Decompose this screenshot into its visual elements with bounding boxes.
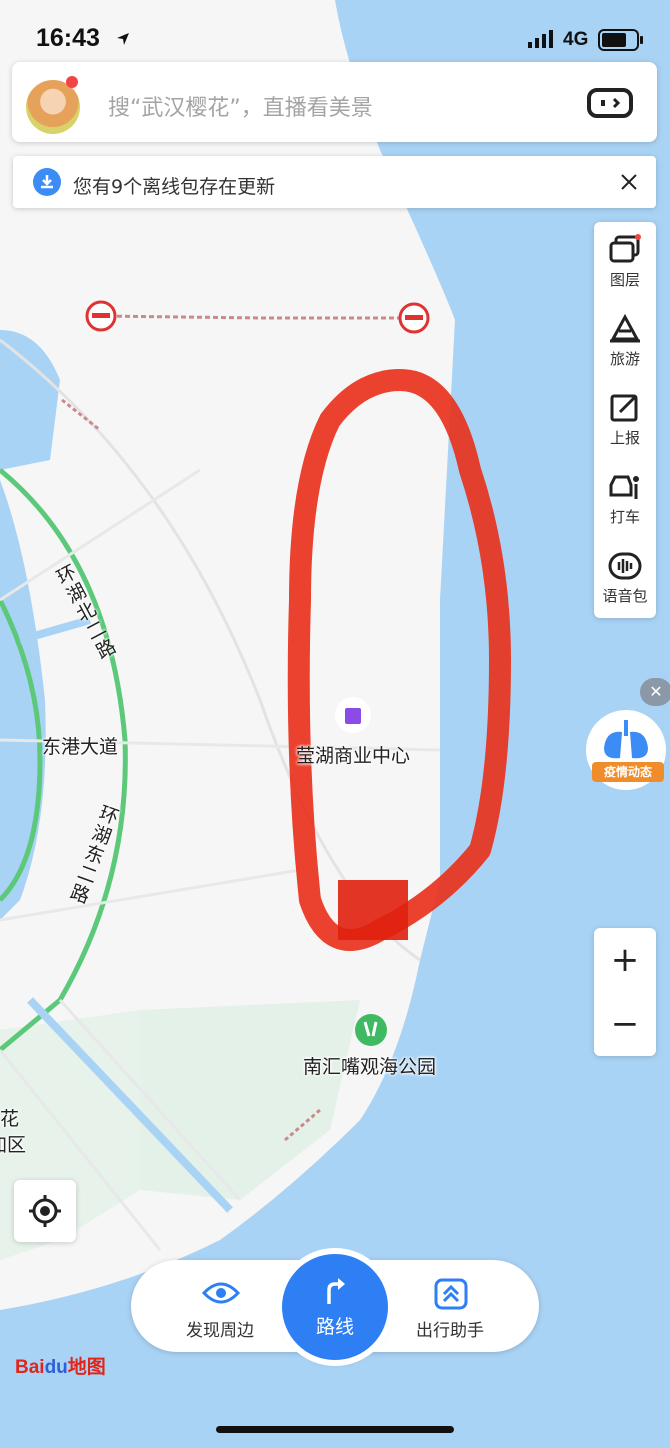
travel-icon [610,313,640,343]
logo-map: 地图 [67,1357,106,1378]
baidu-map-logo: Baidu地图 [15,1352,106,1379]
road-label-avenue: 东港大道 [42,736,119,758]
tool-label: 语音包 [602,587,648,605]
eye-icon [202,1282,240,1304]
signal-icon [528,30,553,48]
search-bar[interactable]: 搜“武汉樱花”，直播看美景 [12,62,657,142]
layers-icon [609,234,641,263]
locate-button[interactable] [14,1180,76,1242]
tool-report[interactable]: 上报 [594,380,656,459]
status-time: 16:43 [36,24,100,52]
close-icon[interactable] [621,174,637,190]
map-canvas[interactable] [0,0,670,1448]
discover-label: 发现周边 [186,1321,254,1341]
park-poi-icon[interactable] [355,1014,387,1046]
assistant-label: 出行助手 [416,1321,484,1341]
zoom-control: + − [594,928,656,1056]
route-arrow-icon [327,1278,345,1304]
epidemic-close-button[interactable]: ✕ [640,678,670,706]
home-indicator[interactable] [216,1426,454,1433]
notice-text: 您有9个离线包存在更新 [73,176,276,198]
zoom-out-button[interactable]: − [594,992,656,1056]
zoom-in-button[interactable]: + [594,928,656,992]
locate-icon [29,1195,61,1227]
route-label: 路线 [315,1316,354,1338]
tool-label: 打车 [609,508,640,526]
tool-taxi[interactable]: 打车 [594,459,656,538]
poi-label-park[interactable]: 南汇嘴观海公园 [303,1052,436,1079]
annotation-block [338,880,408,940]
tool-voice-pack[interactable]: 语音包 [594,538,656,617]
road-closed-icon [85,300,117,332]
area-label-edge: 加区 [0,1134,27,1156]
user-avatar[interactable] [26,80,80,134]
download-icon [33,168,61,196]
lungs-icon [604,720,648,759]
road-closed-icon [398,302,430,334]
area-label-edge: 花 [0,1108,20,1130]
offline-package-notice[interactable]: 您有9个离线包存在更新 [13,156,656,208]
taxi-icon [609,475,639,499]
search-placeholder[interactable]: 搜“武汉樱花”，直播看美景 [108,90,373,122]
network-type: 4G [563,29,589,50]
tool-label: 上报 [609,429,640,447]
report-icon [610,394,638,422]
shopping-poi-icon[interactable] [335,697,371,733]
tool-layers[interactable]: 图层 [594,222,656,301]
tool-travel[interactable]: 旅游 [594,301,656,380]
assistant-icon [434,1278,468,1310]
tool-label: 图层 [609,271,640,289]
route-button[interactable]: 路线 [282,1254,388,1360]
travel-assistant-button[interactable]: 出行助手 [385,1260,515,1352]
poi-label-commercial[interactable]: 莹湖商业中心 [296,741,410,768]
avatar-notification-dot [66,76,78,88]
voice-pack-icon [608,552,642,580]
logo-bai: Bai [15,1357,45,1378]
discover-nearby-button[interactable]: 发现周边 [155,1260,285,1352]
tool-label: 旅游 [609,350,640,368]
battery-icon [598,29,643,51]
map-toolbar: 图层 旅游 上报 打车 语音包 [594,222,656,618]
logo-du: du [44,1357,68,1378]
scan-icon[interactable] [587,88,633,118]
location-arrow-icon [117,33,129,45]
epidemic-tag[interactable]: 疫情动态 [592,762,664,782]
